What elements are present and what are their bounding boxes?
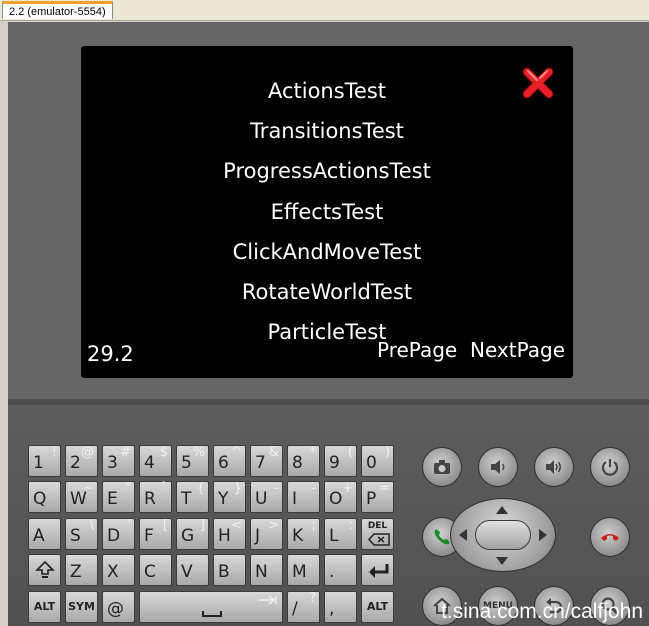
camera-button[interactable] — [422, 447, 462, 487]
next-page-button[interactable]: NextPage — [470, 338, 565, 362]
key-slash[interactable]: /? — [287, 591, 320, 623]
emulator-window-tab[interactable]: 2.2 (emulator-5554) — [2, 1, 113, 19]
volume-down-button[interactable] — [478, 447, 518, 487]
key-4[interactable]: 4 $ — [139, 445, 172, 477]
key-comma[interactable]: , — [324, 591, 357, 623]
key-enter[interactable] — [361, 554, 394, 586]
dpad-left-icon[interactable] — [459, 529, 467, 541]
key-u[interactable]: U- — [250, 481, 283, 513]
shift-icon — [35, 560, 55, 578]
camera-icon — [434, 460, 450, 474]
menu-item-transitions-test[interactable]: TransitionsTest — [81, 114, 573, 154]
key-shift[interactable] — [28, 554, 61, 586]
key-q[interactable]: Q — [28, 481, 61, 513]
tab-arrow-icon — [259, 595, 277, 605]
key-o[interactable]: O + — [324, 481, 357, 513]
key-delete[interactable]: DEL — [361, 518, 394, 550]
emulator-device: ActionsTest TransitionsTest ProgressActi… — [8, 22, 649, 626]
key-n[interactable]: N — [250, 554, 283, 586]
menu-item-click-and-move-test[interactable]: ClickAndMoveTest — [81, 235, 573, 275]
pre-page-button[interactable]: PrePage — [377, 338, 457, 362]
volume-up-button[interactable] — [534, 447, 574, 487]
key-2[interactable]: 2 @ — [65, 445, 98, 477]
phone-hangup-icon — [601, 534, 619, 541]
key-0[interactable]: 0) — [361, 445, 394, 477]
end-call-button[interactable] — [590, 517, 630, 557]
key-g[interactable]: G] — [176, 518, 209, 550]
key-1[interactable]: 1! — [28, 445, 61, 477]
menu-item-rotate-world-test[interactable]: RotateWorldTest — [81, 275, 573, 315]
qwerty-keyboard: 1! 2 @ 3 # 4 $ 5% 6 ^ 7 & 8 * 9( 0) Q W ~ E " R `… — [28, 445, 404, 625]
dpad-right-icon[interactable] — [539, 529, 547, 541]
key-9[interactable]: 9( — [324, 445, 357, 477]
key-b[interactable]: B — [213, 554, 246, 586]
backspace-icon — [368, 533, 390, 546]
key-h[interactable]: H < — [213, 518, 246, 550]
key-v[interactable]: V — [176, 554, 209, 586]
power-button[interactable] — [590, 447, 630, 487]
key-e[interactable]: E " — [102, 481, 135, 513]
volume-down-icon — [491, 460, 505, 474]
fps-counter: 29.2 — [87, 342, 134, 366]
key-a[interactable]: A — [28, 518, 61, 550]
key-8[interactable]: 8 * — [287, 445, 320, 477]
device-screen[interactable]: ActionsTest TransitionsTest ProgressActi… — [81, 46, 573, 378]
key-7[interactable]: 7 & — [250, 445, 283, 477]
key-f[interactable]: F[ — [139, 518, 172, 550]
key-5[interactable]: 5% — [176, 445, 209, 477]
key-l[interactable]: L: — [324, 518, 357, 550]
volume-up-icon — [546, 460, 561, 474]
key-space[interactable] — [139, 591, 283, 623]
key-6[interactable]: 6 ^ — [213, 445, 246, 477]
key-period[interactable]: . — [324, 554, 357, 586]
dpad-center-button[interactable] — [475, 520, 531, 550]
key-k[interactable]: K; — [287, 518, 320, 550]
key-r[interactable]: R ` — [139, 481, 172, 513]
key-j[interactable]: J > — [250, 518, 283, 550]
power-icon — [601, 459, 619, 476]
phone-call-icon — [434, 529, 450, 545]
key-p[interactable]: P = — [361, 481, 394, 513]
dpad-up-icon[interactable] — [496, 506, 508, 514]
menu-item-effects-test[interactable]: EffectsTest — [81, 195, 573, 235]
key-sym[interactable]: SYM — [65, 591, 98, 623]
key-alt-left[interactable]: ALT — [28, 591, 61, 623]
enter-icon — [369, 564, 389, 578]
key-alt-right[interactable]: ALT — [361, 591, 394, 623]
key-d[interactable]: D ' — [102, 518, 135, 550]
close-icon[interactable] — [520, 65, 556, 101]
watermark-text: t.sina.com.cn/calfjohn — [441, 600, 643, 623]
menu-item-progress-actions-test[interactable]: ProgressActionsTest — [81, 154, 573, 194]
key-y[interactable]: Y} — [213, 481, 246, 513]
key-x[interactable]: X — [102, 554, 135, 586]
key-t[interactable]: T{ — [176, 481, 209, 513]
device-top-panel: ActionsTest TransitionsTest ProgressActi… — [8, 22, 649, 399]
key-i[interactable]: I- — [287, 481, 320, 513]
window-tab-strip: 2.2 (emulator-5554) — [0, 0, 649, 21]
test-menu-list: ActionsTest TransitionsTest ProgressActi… — [81, 74, 573, 355]
device-controls-panel: 1! 2 @ 3 # 4 $ 5% 6 ^ 7 & 8 * 9( 0) Q W ~ E " R `… — [8, 405, 649, 626]
menu-item-actions-test[interactable]: ActionsTest — [81, 74, 573, 114]
space-icon — [202, 611, 222, 617]
key-c[interactable]: C — [139, 554, 172, 586]
key-z[interactable]: Z — [65, 554, 98, 586]
dpad-down-icon[interactable] — [496, 557, 508, 565]
key-s[interactable]: S \ — [65, 518, 98, 550]
key-at[interactable]: @ — [102, 591, 135, 623]
key-3[interactable]: 3 # — [102, 445, 135, 477]
key-m[interactable]: M — [287, 554, 320, 586]
key-w[interactable]: W ~ — [65, 481, 98, 513]
